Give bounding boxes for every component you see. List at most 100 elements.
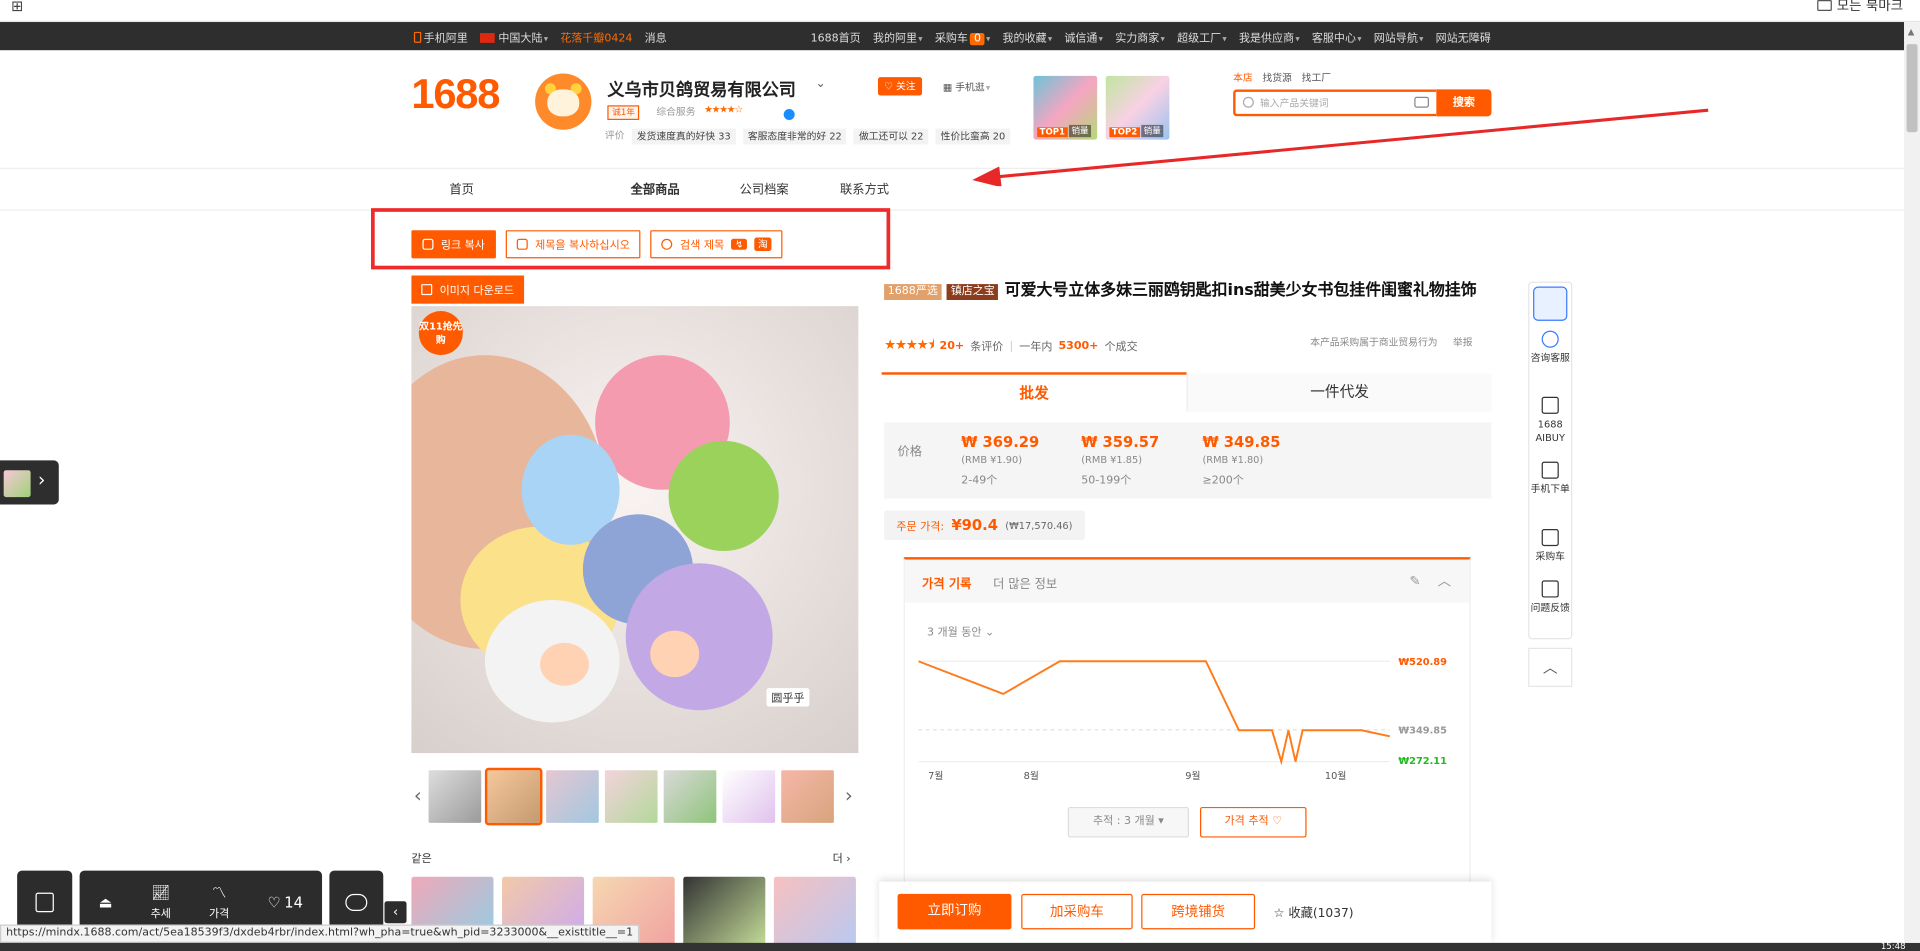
messages-link[interactable]: 消息 xyxy=(645,29,667,45)
current-price-label: ₩349.85 xyxy=(1398,725,1447,736)
translate-icon[interactable] xyxy=(1533,286,1568,321)
nav-all-products[interactable]: 全部商品 ⌄ xyxy=(631,179,680,197)
favorite-button[interactable]: ☆ 收藏(1037) xyxy=(1273,902,1353,920)
topbar-link-chengxintong[interactable]: 诚信通▾ xyxy=(1064,29,1103,45)
company-name[interactable]: 义乌市贝鸽贸易有限公司 xyxy=(607,77,796,101)
buy-now-button[interactable]: 立即订购 xyxy=(897,893,1012,930)
nav-profile[interactable]: 公司档案 xyxy=(740,179,789,197)
topbar-link-sitemap[interactable]: 网站导航▾ xyxy=(1374,29,1424,45)
cross-border-button[interactable]: 跨境铺货 xyxy=(1141,893,1256,930)
thumbnail[interactable] xyxy=(546,770,599,823)
x-tick-label: 8월 xyxy=(1024,770,1039,782)
review-tag[interactable]: 发货速度真的好快 33 xyxy=(631,128,736,145)
promo-link[interactable]: 花落千瓣0424 xyxy=(560,29,632,45)
nav-contact[interactable]: 联系方式 xyxy=(840,179,889,197)
search-scope-tabs: 本店 找货源 找工厂 xyxy=(1233,71,1331,84)
nav-home[interactable]: 首页 xyxy=(449,179,473,197)
trade-notice: 本产品采购属于商业贸易行为 举报 xyxy=(1310,336,1472,349)
scroll-thumb[interactable] xyxy=(1906,44,1918,133)
toolbar-collapse-button[interactable]: ‹ xyxy=(384,901,407,924)
topbar-links: 1688首页 我的阿里▾ 采购车 0 ▾ 我的收藏▾ 诚信通▾ 实力商家▾ 超级工厂… xyxy=(811,29,1491,46)
edit-icon[interactable]: ✎ xyxy=(1409,573,1420,589)
scroll-up-arrow[interactable]: ▲ xyxy=(1908,27,1915,37)
thumbnail[interactable] xyxy=(604,770,658,823)
thumbnail[interactable] xyxy=(663,770,717,823)
chevron-up-icon[interactable]: ︿ xyxy=(1438,571,1451,591)
x-axis-ticks: 7월 8월 9월 10월 xyxy=(928,770,1346,782)
follow-button[interactable]: ♡ 关注 xyxy=(877,77,922,96)
chevron-down-icon[interactable]: ⌄ xyxy=(816,77,826,90)
shop-avatar[interactable] xyxy=(535,73,592,130)
topbar-link-my-ali[interactable]: 我的阿里▾ xyxy=(873,29,923,45)
all-bookmarks-button[interactable]: 모든 북마크 xyxy=(1817,0,1903,15)
aibuy-button[interactable]: 1688 AIBUY xyxy=(1528,396,1572,445)
topbar-link-super-factory[interactable]: 超级工厂▾ xyxy=(1177,29,1227,45)
range-selector[interactable]: 3 개월 동안 ⌄ xyxy=(927,623,994,639)
trend-button[interactable]: 📈︎ 추세 xyxy=(151,883,171,920)
track-period-select[interactable]: 추적 : 3 개월 ▾ xyxy=(1067,806,1189,838)
price-tier: ₩ 369.29 (RMB ¥1.90) 2-49个 xyxy=(961,433,1040,488)
tab-more-info[interactable]: 더 많은 정보 xyxy=(993,573,1057,591)
chevron-up-icon: ︿ xyxy=(1542,658,1558,676)
consult-service-button[interactable]: 咨询客服 xyxy=(1528,330,1572,365)
review-tag[interactable]: 客服态度非常的好 22 xyxy=(742,128,847,145)
tab-wholesale[interactable]: 批发 xyxy=(881,372,1187,412)
thumbnail-video[interactable] xyxy=(428,770,482,823)
thumbnail[interactable] xyxy=(722,770,776,823)
report-link[interactable]: 举报 xyxy=(1453,337,1473,348)
mobile-ali-link[interactable]: 手机阿里 xyxy=(413,29,468,45)
info-icon[interactable] xyxy=(783,108,795,121)
topbar-link-favorites[interactable]: 我的收藏▾ xyxy=(1003,29,1053,45)
thumbnail[interactable] xyxy=(781,770,834,823)
mobile-order-button[interactable]: 手机下单 xyxy=(1528,461,1572,496)
image-watermark: 圆乎乎 xyxy=(766,688,810,707)
nav-divider xyxy=(0,209,1905,211)
cart-button[interactable]: 采购车 xyxy=(1528,528,1572,563)
min-price-label: ₩272.11 xyxy=(1398,756,1447,767)
back-to-top-button[interactable]: ︿ xyxy=(1528,647,1573,687)
tab-find-factory[interactable]: 找工厂 xyxy=(1302,71,1331,84)
bag-icon xyxy=(35,892,54,912)
tab-find-source[interactable]: 找货源 xyxy=(1262,71,1291,84)
topbar-link-cart[interactable]: 采购车 0 ▾ xyxy=(935,29,990,46)
feedback-button[interactable]: 问题反馈 xyxy=(1528,580,1572,614)
aibuy-icon xyxy=(1541,396,1559,414)
annotation-arrow xyxy=(972,108,1709,187)
status-url: https://mindx.1688.com/act/5ea18539f3/dx… xyxy=(0,924,640,943)
chevron-left-icon[interactable]: ‹ xyxy=(414,784,422,807)
review-tag[interactable]: 做工还可以 22 xyxy=(854,128,929,145)
similar-product-thumb[interactable] xyxy=(683,876,766,951)
mobile-shop-button[interactable]: ▦ 手机逛▾ xyxy=(943,81,990,94)
add-to-cart-button[interactable]: 加采购车 xyxy=(1021,893,1133,930)
similar-product-thumb[interactable] xyxy=(773,876,856,951)
similar-more-link[interactable]: 더 › xyxy=(833,850,851,865)
promo-tag: 双11抢先购 xyxy=(418,311,463,356)
left-float-product-tab[interactable]: › xyxy=(0,460,59,505)
tab-price-history[interactable]: 가격 기록 xyxy=(922,573,971,591)
review-suffix: 条评价 xyxy=(970,341,1004,354)
annotation-highlight-box xyxy=(371,208,891,270)
qr-code-icon xyxy=(1541,461,1559,479)
apps-grid-icon[interactable]: ⊞ xyxy=(11,0,26,13)
price-button[interactable]: 〽 가격 xyxy=(209,883,229,920)
chevron-right-icon[interactable]: › xyxy=(845,784,853,807)
topbar-link-strong-merchant[interactable]: 实力商家▾ xyxy=(1115,29,1165,45)
price-track-button[interactable]: 가격 추적 ♡ xyxy=(1200,806,1307,838)
topbar-link-service[interactable]: 客服中心▾ xyxy=(1312,29,1362,45)
topbar-link-accessibility[interactable]: 网站无障碍 xyxy=(1436,29,1491,45)
topbar-link-home[interactable]: 1688首页 xyxy=(811,29,861,45)
site-logo[interactable]: 1688 xyxy=(411,71,500,119)
review-tags: 评价 发货速度真的好快 33 客服态度非常的好 22 做工还可以 22 性价比蛮… xyxy=(605,128,1011,145)
order-price-krw: (₩17,570.46) xyxy=(1005,519,1073,531)
tab-dropship[interactable]: 一件代发 xyxy=(1186,373,1492,412)
image-download-button[interactable]: 이미지 다운로드 xyxy=(411,275,524,304)
page-scrollbar[interactable]: ▲ xyxy=(1904,22,1920,943)
region-selector[interactable]: 中国大陆▾ xyxy=(480,29,548,45)
review-count[interactable]: 20+ xyxy=(940,340,965,352)
like-button[interactable]: ♡ 14 xyxy=(267,893,303,910)
topbar-link-supplier[interactable]: 我是供应商▾ xyxy=(1239,29,1300,45)
main-product-image[interactable]: 双11抢先购 圆乎乎 xyxy=(411,306,859,754)
thumbnail-selected[interactable] xyxy=(484,767,543,826)
collapse-button[interactable]: ⏏ xyxy=(99,893,113,910)
tab-this-shop[interactable]: 本店 xyxy=(1233,71,1253,84)
